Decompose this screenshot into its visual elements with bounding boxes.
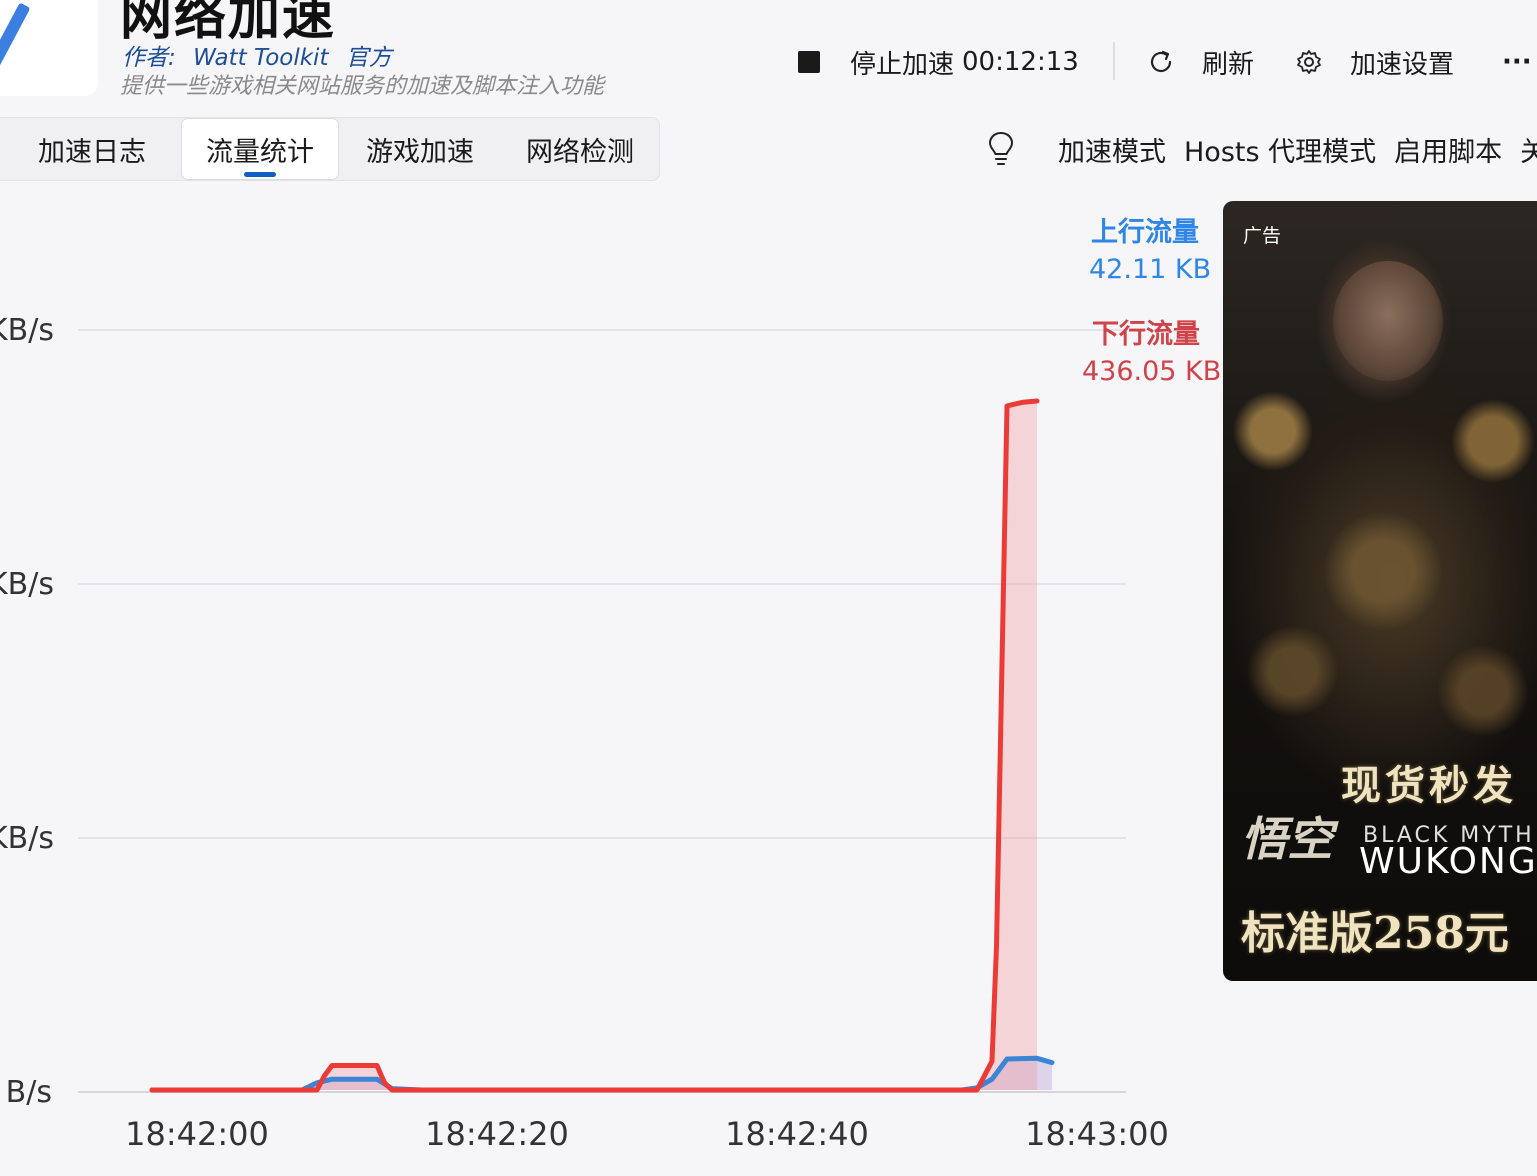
active-tab-indicator <box>244 172 276 177</box>
download-legend-label: 下行流量 <box>1092 319 1200 350</box>
upload-legend-label: 上行流量 <box>1091 217 1199 248</box>
series-line <box>149 398 1040 1093</box>
refresh-button[interactable]: 刷新 <box>1146 40 1254 84</box>
app-logo <box>0 0 98 96</box>
x-axis-tick-label: 18:42:40 <box>725 1115 869 1153</box>
ad-price-text: 标准版258元 <box>1241 908 1509 959</box>
mode-bar: 加速模式 Hosts 代理模式 启用脚本 关 <box>986 128 1537 170</box>
mode-acceleration[interactable]: 加速模式 <box>1058 130 1166 169</box>
tab-label: 游戏加速 <box>366 136 474 168</box>
tab-label: 流量统计 <box>206 136 314 168</box>
tab-label: 网络检测 <box>526 136 634 168</box>
refresh-icon <box>1150 50 1172 73</box>
ad-artwork-face <box>1333 261 1443 381</box>
mode-hosts-proxy[interactable]: Hosts 代理模式 <box>1184 130 1376 169</box>
traffic-chart: KB/s KB/s KB/s B/s 18:42:00 18:42:20 18:42:40 1… <box>0 313 1169 1153</box>
x-axis-tick-label: 18:42:00 <box>125 1115 269 1153</box>
acceleration-timer: 00:12:13 <box>962 47 1079 77</box>
ad-promo-text: 现货秒发 <box>1341 762 1517 809</box>
ad-game-logo-cn: 悟空 <box>1241 812 1333 866</box>
series-area <box>152 401 1037 1090</box>
mode-close[interactable]: 关 <box>1520 130 1537 169</box>
tab-acceleration-log[interactable]: 加速日志 <box>3 118 181 180</box>
refresh-label: 刷新 <box>1202 49 1255 80</box>
stop-label: 停止加速 <box>850 49 955 80</box>
x-axis-tick-label: 18:42:20 <box>425 1115 569 1153</box>
y-axis-tick-label: KB/s <box>0 821 54 856</box>
page-description: 提供一些游戏相关网站服务的加速及脚本注入功能 <box>120 74 605 99</box>
toolbar-divider <box>1113 42 1115 80</box>
ad-badge: 广告 <box>1243 225 1282 247</box>
y-axis-tick-label: KB/s <box>0 567 54 602</box>
ad-artwork <box>1233 371 1537 791</box>
x-axis-tick-label: 18:43:00 <box>1025 1115 1169 1153</box>
acceleration-settings-button[interactable]: 加速设置 <box>1294 40 1454 84</box>
series-line <box>149 1055 1055 1093</box>
gear-icon <box>1297 50 1321 74</box>
mode-enable-scripts[interactable]: 启用脚本 <box>1394 130 1502 169</box>
tab-game-acceleration[interactable]: 游戏加速 <box>341 118 499 180</box>
y-axis-tick-label: B/s <box>6 1075 52 1110</box>
more-options-button[interactable]: ··· <box>1502 40 1532 84</box>
stop-acceleration-button[interactable]: 停止加速 00:12:13 <box>798 40 1079 84</box>
tab-bar: 加速日志 流量统计 游戏加速 网络检测 <box>0 117 660 181</box>
ad-game-title: WUKONG <box>1359 841 1537 882</box>
series-area <box>152 1058 1052 1090</box>
advertisement-banner[interactable]: 广告 现货秒发 悟空 BLACK MYTH WUKONG 标准版258元 <box>1223 201 1537 981</box>
tab-traffic-stats[interactable]: 流量统计 <box>181 118 339 180</box>
download-total-value: 436.05 KB <box>1082 356 1222 387</box>
stop-icon <box>798 51 820 73</box>
tab-network-check[interactable]: 网络检测 <box>501 118 659 180</box>
tab-label: 加速日志 <box>38 136 146 168</box>
settings-label: 加速设置 <box>1350 49 1455 80</box>
upload-total-value: 42.11 KB <box>1089 254 1212 285</box>
more-icon: ··· <box>1502 47 1532 77</box>
author-line: 作者: Watt Toolkit 官方 <box>122 38 402 72</box>
lightbulb-icon[interactable] <box>986 130 1016 168</box>
y-axis-tick-label: KB/s <box>0 313 54 348</box>
